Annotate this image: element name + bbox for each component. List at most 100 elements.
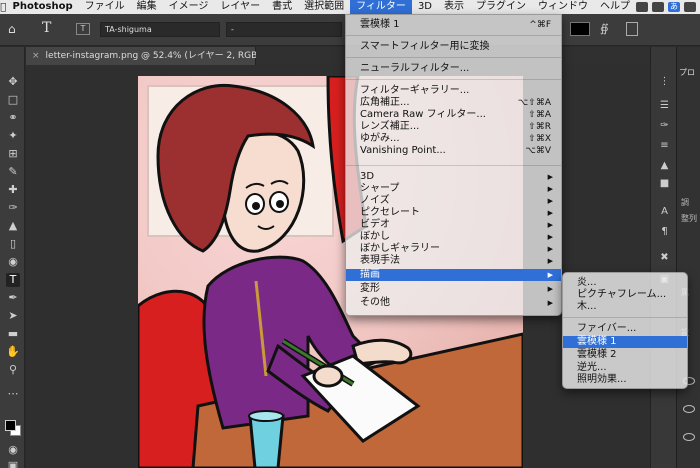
menu-help[interactable]: ヘルプ (594, 0, 636, 14)
submenu-item-clouds-1[interactable]: 雲模様 1 (563, 336, 687, 348)
submenu-item-flame[interactable]: 炎... (563, 277, 687, 289)
crop-tool-icon[interactable]: ⊞ (6, 147, 20, 161)
document-tab[interactable]: × letter-instagram.png @ 52.4% (レイヤー 2, R… (26, 47, 277, 65)
screen-mode-icon[interactable]: ▣ (6, 459, 20, 468)
home-icon[interactable]: ⌂ (8, 22, 24, 36)
collapse-dock-icon[interactable]: ⋮ (658, 75, 671, 88)
text-color-swatch[interactable] (570, 22, 590, 36)
brush-settings-icon[interactable]: ✑ (658, 119, 671, 132)
move-tool-icon[interactable]: ✥ (6, 75, 20, 89)
layer-visibility-icon[interactable] (683, 433, 695, 441)
properties-tab[interactable]: プロ (679, 67, 695, 78)
menu-item-label: 雲模様 1 (360, 19, 400, 30)
history-icon[interactable]: ☰ (658, 99, 671, 112)
stamp-tool-icon[interactable]: ▲ (6, 219, 20, 233)
menu-item-label: 表現手法 (360, 255, 400, 266)
font-style-select[interactable]: - (226, 22, 342, 37)
marquee-tool-icon[interactable]: □ (6, 93, 20, 107)
menu-image[interactable]: イメージ (163, 0, 215, 14)
menu-item-label: 雲模様 1 (577, 336, 617, 347)
submenu-item-lighting-effects[interactable]: 照明効果... (563, 374, 687, 386)
zoom-tool-icon[interactable]: ⚲ (6, 363, 20, 377)
menu-filter[interactable]: フィルター (350, 0, 412, 14)
submenu-arrow-icon: ▶ (547, 197, 553, 205)
menu-item-label: ピクセレート (360, 207, 420, 218)
submenu-item-tree[interactable]: 木... (563, 301, 687, 313)
status-icon[interactable] (652, 2, 664, 12)
lasso-tool-icon[interactable]: ⚭ (6, 111, 20, 125)
menu-item-convert-smart-filter[interactable]: スマートフィルター用に変換 (346, 41, 561, 53)
menu-item-blur[interactable]: ぼかし ▶ (346, 231, 561, 243)
menu-item-lens-correction[interactable]: レンズ補正... ⇧⌘R (346, 121, 561, 133)
more-tools-icon[interactable]: ⋯ (6, 387, 20, 401)
quick-mask-icon[interactable]: ◉ (6, 443, 20, 457)
menu-app-name[interactable]: Photoshop (7, 0, 79, 14)
menu-item-3d[interactable]: 3D ▶ (346, 171, 561, 183)
pen-tool-icon[interactable]: ✒ (6, 291, 20, 305)
text-orientation-icon[interactable]: T (76, 23, 90, 35)
submenu-item-picture-frame[interactable]: ピクチャフレーム... (563, 289, 687, 301)
type-tool-icon[interactable]: T (6, 273, 20, 287)
menu-file[interactable]: ファイル (79, 0, 131, 14)
swatches-icon[interactable]: ■ (658, 177, 671, 190)
font-family-select[interactable]: TA-shiguma (100, 22, 220, 37)
menu-item-other[interactable]: その他 ▶ (346, 297, 561, 309)
character-icon[interactable]: A (658, 205, 671, 218)
photoshop-window:  Photoshop ファイル 編集 イメージ レイヤー 書式 選択範囲 フィ… (0, 0, 700, 468)
healing-brush-icon[interactable]: ✚ (6, 183, 20, 197)
menu-item-vanishing-point[interactable]: Vanishing Point... ⌥⌘V (346, 145, 561, 157)
submenu-item-clouds-2[interactable]: 雲模様 2 (563, 349, 687, 361)
menu-item-blur-gallery[interactable]: ぼかしギャラリー ▶ (346, 243, 561, 255)
menu-item-label: 木... (577, 301, 597, 312)
path-select-icon[interactable]: ➤ (6, 309, 20, 323)
bucket-tool-icon[interactable]: ◉ (6, 255, 20, 269)
close-tab-icon[interactable]: × (32, 51, 40, 61)
menu-select[interactable]: 選択範囲 (298, 0, 350, 14)
menu-item-adaptive-wide-angle[interactable]: 広角補正... ⌥⇧⌘A (346, 97, 561, 109)
menu-layer[interactable]: レイヤー (214, 0, 266, 14)
menu-type[interactable]: 書式 (266, 0, 298, 14)
eyedropper-icon[interactable]: ✎ (6, 165, 20, 179)
brush-tool-icon[interactable]: ✑ (6, 201, 20, 215)
adjust-sliders-icon[interactable]: ≡ (658, 139, 671, 152)
magic-wand-icon[interactable]: ✦ (6, 129, 20, 143)
menu-3d[interactable]: 3D (412, 0, 438, 14)
wifi-icon[interactable] (684, 2, 696, 12)
hand-tool-icon[interactable]: ✋ (6, 345, 20, 359)
menu-item-pixelate[interactable]: ピクセレート ▶ (346, 207, 561, 219)
menu-item-noise[interactable]: ノイズ ▶ (346, 195, 561, 207)
input-method-indicator[interactable]: あ (668, 2, 680, 12)
menu-item-camera-raw[interactable]: Camera Raw フィルター... ⇧⌘A (346, 109, 561, 121)
menu-item-liquify[interactable]: ゆがみ... ⇧⌘X (346, 133, 561, 145)
menu-item-sharpen[interactable]: シャープ ▶ (346, 183, 561, 195)
menu-item-distort[interactable]: 変形 ▶ (346, 283, 561, 295)
tool-presets-icon[interactable]: ✖ (658, 251, 671, 264)
menu-item-stylize[interactable]: 表現手法 ▶ (346, 255, 561, 267)
menu-item-clouds-last[interactable]: 雲模様 1 ^⌘F (346, 19, 561, 31)
shape-tool-icon[interactable]: ▬ (6, 327, 20, 341)
menu-view[interactable]: 表示 (438, 0, 470, 14)
submenu-arrow-icon: ▶ (547, 221, 553, 229)
layer-visibility-icon[interactable] (683, 405, 695, 413)
warp-text-icon[interactable]: ∯ (600, 22, 614, 36)
eraser-tool-icon[interactable]: ▯ (6, 237, 20, 251)
creative-cloud-icon[interactable] (636, 2, 648, 12)
submenu-item-fibers[interactable]: ファイバー... (563, 323, 687, 335)
stamp-panel-icon[interactable]: ▲ (658, 159, 671, 172)
menu-window[interactable]: ウィンドウ (532, 0, 594, 14)
type-tool-preset[interactable]: T (42, 20, 51, 36)
menu-item-neural-filters[interactable]: ニューラルフィルター... (346, 63, 561, 75)
submenu-item-lens-flare[interactable]: 逆光... (563, 362, 687, 374)
menu-item-label: スマートフィルター用に変換 (360, 41, 490, 52)
character-panel-icon[interactable] (626, 22, 638, 36)
menu-item-render[interactable]: 描画 ▶ (346, 269, 561, 281)
menu-plugins[interactable]: プラグイン (470, 0, 532, 14)
menu-item-video[interactable]: ビデオ ▶ (346, 219, 561, 231)
menu-item-label: その他 (360, 297, 390, 308)
menu-item-filter-gallery[interactable]: フィルターギャラリー... (346, 85, 561, 97)
menu-edit[interactable]: 編集 (131, 0, 163, 14)
paragraph-icon[interactable]: ¶ (658, 225, 671, 238)
foreground-color[interactable] (5, 420, 16, 431)
menu-item-label: 3D (360, 171, 375, 182)
color-swatches[interactable] (5, 420, 21, 436)
